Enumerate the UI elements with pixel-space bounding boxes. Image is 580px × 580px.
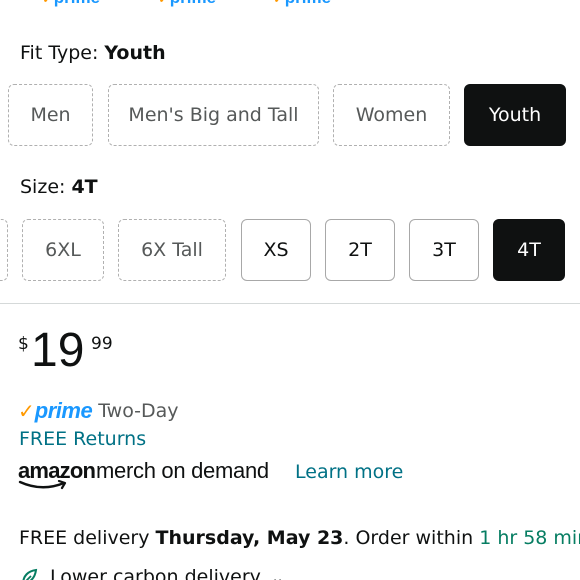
size-option-2t[interactable]: 2T <box>325 219 395 281</box>
fit-option-youth[interactable]: Youth <box>464 84 566 146</box>
price-currency: $ <box>18 334 29 354</box>
prime-badge: ✓prime <box>273 0 331 8</box>
free-returns-link[interactable]: FREE Returns <box>19 428 146 450</box>
size-option-xs[interactable]: XS <box>241 219 311 281</box>
section-divider <box>0 303 580 304</box>
delivery-date: Thursday, May 23 <box>155 527 344 549</box>
prime-two-day: ✓ prime Two-Day <box>18 398 179 424</box>
size-option-offscreen[interactable] <box>0 219 8 281</box>
delivery-message: FREE delivery Thursday, May 23. Order wi… <box>19 527 580 549</box>
delivery-countdown: 1 hr 58 mins <box>479 527 580 549</box>
prime-logo: prime <box>34 398 93 423</box>
leaf-icon <box>22 568 38 580</box>
learn-more-link[interactable]: Learn more <box>295 461 403 483</box>
fit-option-men[interactable]: Men <box>8 84 93 146</box>
size-label: Size: 4T <box>20 176 98 198</box>
merch-on-demand-text: merch on demand <box>96 458 269 483</box>
info-chevron-icon[interactable]: ⌄ <box>271 568 284 580</box>
merch-on-demand: amazon merch on demand Learn more <box>18 458 438 494</box>
size-option-3t[interactable]: 3T <box>409 219 479 281</box>
fit-type-selected: Youth <box>104 42 166 64</box>
size-option-4t[interactable]: 4T <box>493 219 565 281</box>
lower-carbon-delivery[interactable]: Lower carbon delivery ⌄ <box>20 566 284 580</box>
amazon-smile-icon <box>18 480 67 490</box>
prime-badge: ✓prime <box>42 0 100 8</box>
price-fraction: 99 <box>91 334 113 354</box>
top-prime-badges: ✓prime ✓prime ✓prime <box>0 0 580 8</box>
fit-option-women[interactable]: Women <box>333 84 450 146</box>
fit-type-label: Fit Type: Youth <box>20 42 166 64</box>
size-option-6xl[interactable]: 6XL <box>22 219 104 281</box>
prime-speed: Two-Day <box>98 400 179 422</box>
prime-check-icon: ✓ <box>18 399 35 423</box>
fit-option-mens-big-and-tall[interactable]: Men's Big and Tall <box>108 84 319 146</box>
price-whole: 19 <box>31 324 85 377</box>
size-selected: 4T <box>71 176 98 198</box>
size-option-6x-tall[interactable]: 6X Tall <box>118 219 226 281</box>
prime-badge: ✓prime <box>158 0 216 8</box>
